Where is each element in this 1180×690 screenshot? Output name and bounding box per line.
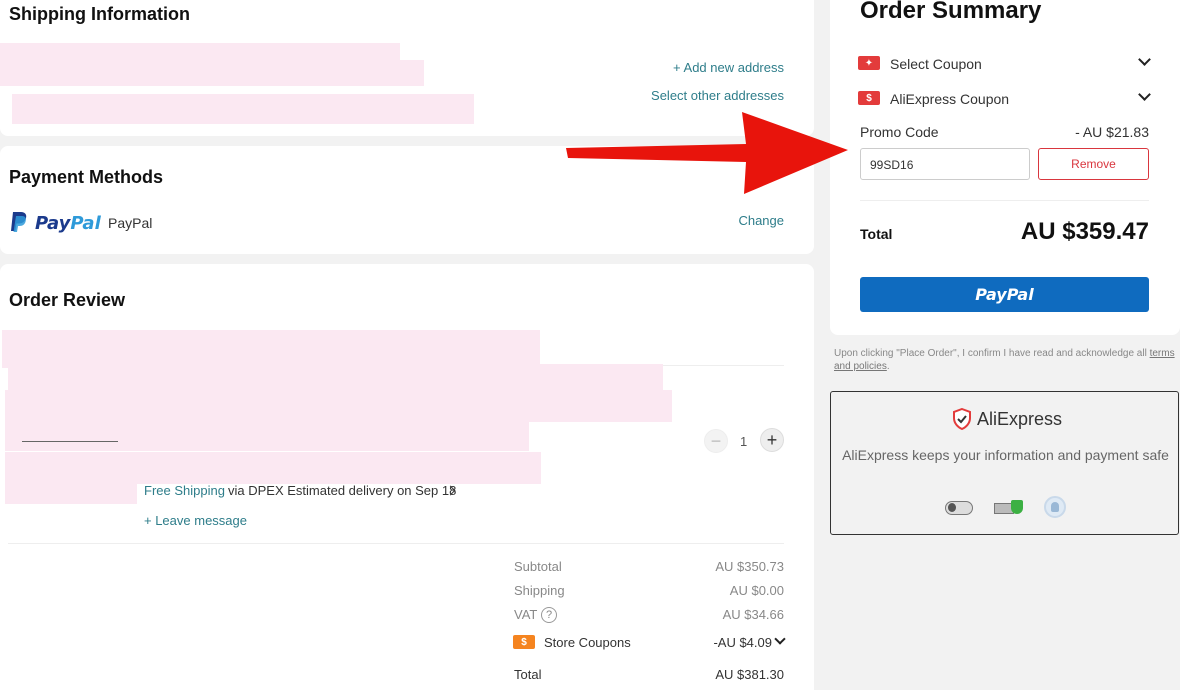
shipping-value: AU $0.00 (729, 583, 784, 598)
vat-help-icon[interactable]: ? (541, 607, 557, 623)
security-box: AliExpress AliExpress keeps your informa… (830, 391, 1179, 535)
store-coupons-chevron-down-icon[interactable] (774, 633, 786, 645)
vat-value: AU $34.66 (722, 607, 784, 622)
divider (8, 543, 784, 544)
security-message: AliExpress keeps your information and pa… (842, 447, 1169, 463)
store-coupon-icon: $ (513, 635, 535, 649)
redacted-product-line (5, 419, 529, 451)
change-payment-link[interactable]: Change (738, 213, 784, 228)
leave-message-link[interactable]: + Leave message (144, 513, 247, 528)
redacted-product-thumb (5, 474, 137, 504)
subtotal-label: Subtotal (514, 559, 562, 574)
agreement-text-body: Upon clicking "Place Order", I confirm I… (834, 348, 1147, 359)
agreement-period: . (886, 361, 890, 372)
redacted-store-name (2, 330, 540, 368)
select-coupon-chevron-down-icon[interactable] (1138, 53, 1151, 66)
quantity-decrease-button[interactable]: − (704, 429, 728, 453)
promo-discount: - AU $21.83 (1075, 124, 1149, 140)
annotation-arrow (566, 112, 848, 194)
select-coupon-label[interactable]: Select Coupon (890, 56, 982, 72)
delivery-info: via DPEX Estimated delivery on Sep 18 (228, 483, 457, 498)
shipping-label: Shipping (514, 583, 565, 598)
shield-check-icon (953, 408, 971, 430)
summary-total-value: AU $359.47 (1020, 218, 1149, 245)
order-summary-title: Order Summary (860, 0, 1042, 24)
aliexpress-coupon-chevron-down-icon[interactable] (1138, 88, 1151, 101)
order-total-value: AU $381.30 (715, 667, 784, 682)
secure-payment-icon (994, 500, 1024, 516)
paypal-checkout-button[interactable]: PayPal (860, 277, 1149, 312)
redacted-product-line (5, 390, 672, 422)
paypal-button-label: PayPal (975, 285, 1034, 304)
promo-code-input[interactable]: 99SD16 (860, 148, 1030, 180)
store-coupons-value: -AU $4.09 (713, 635, 772, 650)
secure-privacy-icon (1044, 496, 1066, 518)
redacted-address-line (12, 94, 474, 124)
paypal-p-icon (11, 212, 27, 232)
divider (860, 200, 1149, 201)
free-shipping-link[interactable]: Free Shipping (144, 483, 225, 498)
order-total-label: Total (514, 667, 542, 682)
quantity-increase-button[interactable]: + (760, 428, 784, 452)
promo-code-label: Promo Code (860, 124, 939, 140)
payment-method-name: PayPal (108, 215, 153, 231)
quantity-value: 1 (740, 434, 748, 449)
subtotal-value: AU $350.73 (715, 559, 784, 574)
store-coupons-label: Store Coupons (544, 635, 631, 650)
order-review-title: Order Review (9, 290, 126, 310)
select-other-addresses-link[interactable]: Select other addresses (651, 88, 784, 103)
redaction-underline (22, 441, 118, 442)
summary-total-label: Total (860, 226, 893, 242)
shipping-title: Shipping Information (9, 4, 190, 24)
agreement-text: Upon clicking "Place Order", I confirm I… (834, 347, 1180, 373)
security-brand: AliExpress (977, 409, 1063, 429)
vat-label: VAT (514, 607, 538, 622)
order-summary-card: Order Summary ✦ Select Coupon $ AliExpre… (830, 0, 1180, 335)
paypal-logo: PayPal (35, 213, 101, 234)
aliexpress-coupon-icon: $ (858, 91, 880, 105)
select-coupon-icon: ✦ (858, 56, 880, 70)
redacted-address-line (0, 60, 424, 86)
order-review-card: Order Review − 1 + Free Shipping via DPE… (0, 264, 814, 690)
remove-promo-button[interactable]: Remove (1038, 148, 1149, 180)
payment-title: Payment Methods (9, 167, 164, 187)
aliexpress-coupon-label[interactable]: AliExpress Coupon (890, 91, 1009, 107)
add-new-address-link[interactable]: + Add new address (673, 60, 784, 75)
secure-card-icon (945, 501, 973, 515)
